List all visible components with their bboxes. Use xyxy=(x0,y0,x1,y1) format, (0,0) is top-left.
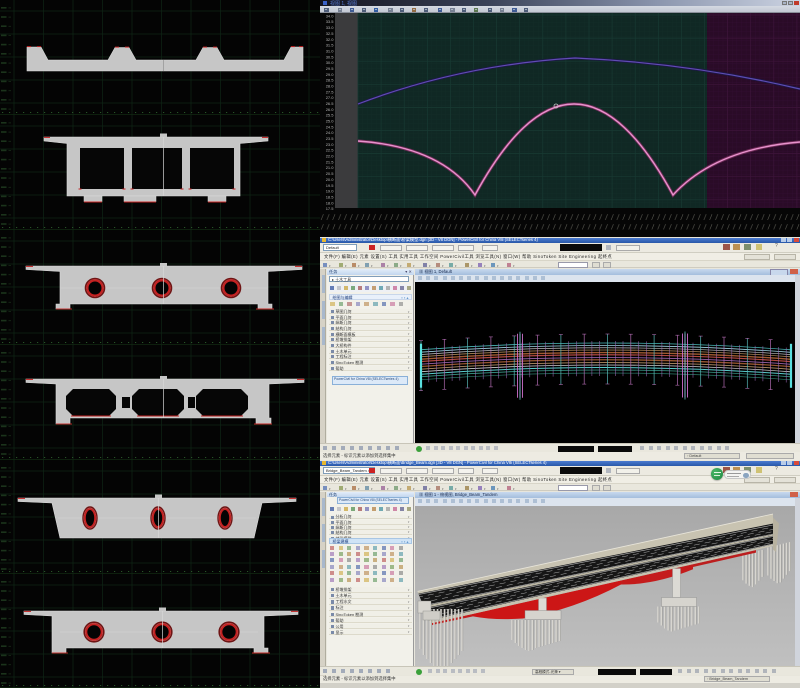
svg-text:30.5: 30.5 xyxy=(326,54,335,59)
svg-text:18.0: 18.0 xyxy=(326,200,335,205)
svg-text:28.0: 28.0 xyxy=(326,83,335,88)
svg-text:23.5: 23.5 xyxy=(326,136,335,141)
svg-text:22.5: 22.5 xyxy=(326,148,335,153)
svg-text:32.5: 32.5 xyxy=(326,31,335,36)
svg-text:31.0: 31.0 xyxy=(326,48,335,53)
svg-text:32.0: 32.0 xyxy=(326,37,335,42)
svg-text:17.5: 17.5 xyxy=(326,206,335,211)
svg-text:24.0: 24.0 xyxy=(326,130,335,135)
svg-text:20.0: 20.0 xyxy=(326,177,335,182)
svg-text:24.5: 24.5 xyxy=(326,124,335,129)
svg-text:27.0: 27.0 xyxy=(326,95,335,100)
svg-text:31.5: 31.5 xyxy=(326,43,335,48)
svg-text:29.0: 29.0 xyxy=(326,72,335,77)
svg-text:33.5: 33.5 xyxy=(326,19,335,24)
svg-text:19.5: 19.5 xyxy=(326,183,335,188)
svg-text:23.0: 23.0 xyxy=(326,142,335,147)
svg-text:20.5: 20.5 xyxy=(326,171,335,176)
svg-text:25.0: 25.0 xyxy=(326,119,335,124)
svg-text:22.0: 22.0 xyxy=(326,154,335,159)
svg-text:25.5: 25.5 xyxy=(326,113,335,118)
svg-text:19.0: 19.0 xyxy=(326,189,335,194)
svg-text:33.0: 33.0 xyxy=(326,25,335,30)
svg-text:28.5: 28.5 xyxy=(326,78,335,83)
svg-text:18.5: 18.5 xyxy=(326,194,335,199)
svg-text:21.0: 21.0 xyxy=(326,165,335,170)
svg-text:34.0: 34.0 xyxy=(326,13,335,18)
svg-text:26.5: 26.5 xyxy=(326,101,335,106)
svg-text:26.0: 26.0 xyxy=(326,107,335,112)
svg-text:29.5: 29.5 xyxy=(326,66,335,71)
svg-text:27.5: 27.5 xyxy=(326,89,335,94)
svg-text:30.0: 30.0 xyxy=(326,60,335,65)
svg-text:21.5: 21.5 xyxy=(326,159,335,164)
